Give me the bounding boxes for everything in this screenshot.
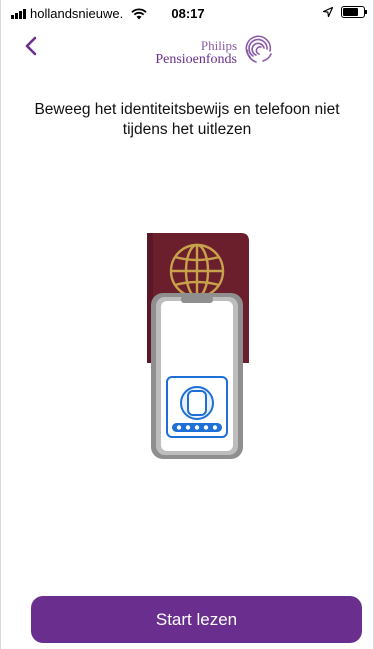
logo-text-pensioenfonds: Pensioenfonds	[155, 52, 237, 67]
status-bar: hollandsnieuwe. 08:17	[1, 0, 374, 28]
nfc-chip-icon	[166, 376, 228, 438]
battery-fill	[343, 8, 358, 16]
clock: 08:17	[171, 6, 205, 21]
instruction-text: Beweeg het identiteitsbewijs en telefoon…	[34, 101, 340, 138]
chevron-left-icon	[25, 36, 37, 56]
nav-bar: Philips Pensioenfonds	[1, 28, 374, 72]
battery-icon	[341, 6, 367, 18]
start-reading-button[interactable]: Start lezen	[31, 596, 362, 643]
philips-pensioenfonds-logo: Philips Pensioenfonds	[155, 30, 287, 70]
status-right	[323, 6, 367, 18]
screen: hollandsnieuwe. 08:17 Philips Pensioenfo…	[0, 0, 374, 649]
fingerprint-icon	[245, 35, 272, 63]
back-button[interactable]	[19, 32, 49, 62]
location-arrow-icon	[323, 7, 333, 17]
scan-illustration	[131, 225, 251, 465]
illustration-svg	[147, 233, 249, 459]
